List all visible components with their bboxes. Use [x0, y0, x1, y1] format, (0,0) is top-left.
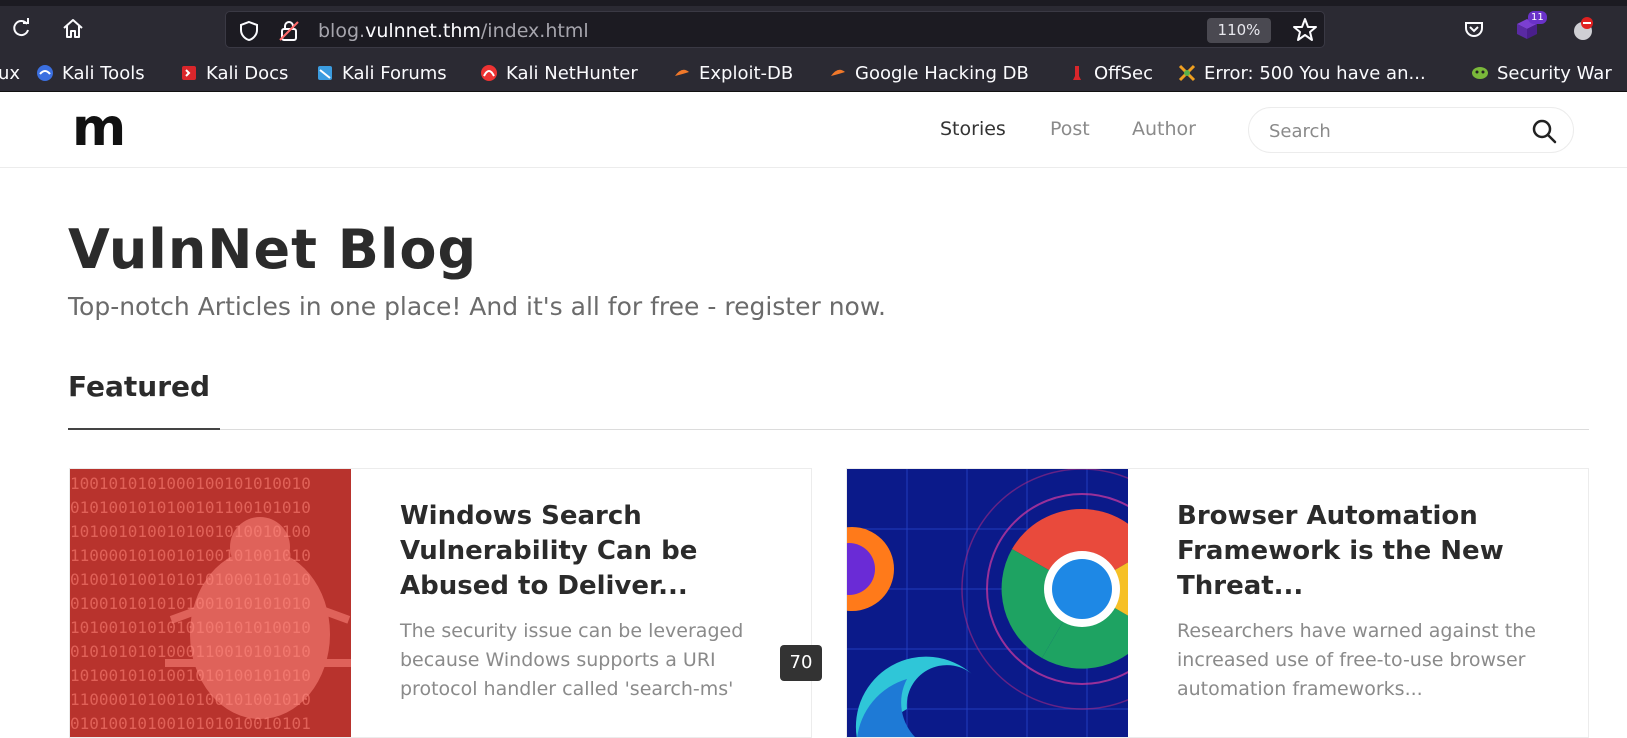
bookmark-item[interactable]: Kali Forums	[316, 61, 447, 85]
section-divider-accent	[68, 428, 220, 430]
security-war-icon	[1472, 67, 1488, 79]
blocker-icon	[1574, 17, 1593, 40]
search-icon[interactable]	[1531, 118, 1557, 144]
nethunter-icon	[481, 65, 497, 81]
nav-post[interactable]: Post	[1050, 118, 1090, 140]
bookmark-item[interactable]: Google Hacking DB	[829, 61, 1029, 85]
bookmark-label: Kali NetHunter	[506, 62, 638, 84]
error-page-icon	[1178, 64, 1196, 82]
svg-text:1001010101000100101010010: 1001010101000100101010010	[70, 474, 311, 493]
reload-button[interactable]	[6, 14, 36, 44]
bookmark-item[interactable]: Exploit-DB	[673, 61, 793, 85]
home-icon	[63, 19, 83, 38]
nav-author[interactable]: Author	[1132, 118, 1196, 140]
bookmark-label: Kali Docs	[206, 62, 289, 84]
featured-card[interactable]: 1001010101000100101010010 01010010101001…	[69, 468, 812, 738]
bookmark-item[interactable]: Security War	[1471, 61, 1612, 85]
pocket-button[interactable]	[1459, 14, 1489, 44]
site-logo[interactable]: m	[72, 102, 126, 154]
shield-icon[interactable]	[238, 20, 260, 42]
card-thumbnail-browsers[interactable]	[847, 469, 1128, 737]
address-bar[interactable]: blog.vulnnet.thm/index.html 110%	[225, 11, 1325, 48]
bookmark-item[interactable]: OffSec	[1068, 61, 1153, 85]
nav-stories[interactable]: Stories	[940, 118, 1006, 140]
url-path: /index.html	[480, 20, 589, 42]
extension-badge: 11	[1528, 11, 1547, 24]
card-excerpt: The security issue can be leveraged beca…	[400, 620, 744, 700]
url-host: vulnnet.thm	[365, 20, 481, 42]
bookmark-label: Kali Tools	[62, 62, 145, 84]
card-thumbnail-binary-bug[interactable]: 1001010101000100101010010 01010010101001…	[70, 469, 351, 737]
url-text[interactable]: blog.vulnnet.thm/index.html	[318, 20, 589, 42]
url-prefix: blog.	[318, 20, 366, 42]
bookmarks-toolbar: ux Kali Tools Kali Docs Kali Forums Kali…	[0, 52, 1627, 92]
card-title[interactable]: Browser Automation Framework is the New …	[1177, 499, 1557, 604]
extension-button[interactable]: 11	[1512, 11, 1547, 44]
page-title: VulnNet Blog	[68, 218, 478, 281]
bookmark-label: Error: 500 You have an...	[1204, 62, 1426, 84]
section-divider	[68, 429, 1589, 430]
card-excerpt: Researchers have warned against the incr…	[1177, 620, 1536, 700]
zoom-level-button[interactable]: 110%	[1207, 18, 1271, 43]
exploit-db-icon	[675, 69, 689, 76]
bookmark-item[interactable]: Kali Docs	[180, 61, 288, 85]
binary-bug-image: 1001010101000100101010010 01010010101001…	[70, 469, 351, 737]
featured-card[interactable]: Browser Automation Framework is the New …	[846, 468, 1589, 738]
ghdb-icon	[831, 69, 845, 76]
kali-tools-icon	[37, 65, 53, 81]
browsers-image	[847, 469, 1128, 737]
bookmark-star-icon[interactable]	[1291, 16, 1319, 44]
blocker-extension-button[interactable]	[1568, 14, 1598, 44]
bookmark-label: Security War	[1497, 62, 1612, 84]
search-input[interactable]	[1269, 118, 1519, 144]
card-title[interactable]: Windows Search Vulnerability Can be Abus…	[400, 499, 780, 604]
browser-toolbar: blog.vulnnet.thm/index.html 110% 11	[0, 6, 1627, 52]
bookmark-item[interactable]: Kali NetHunter	[480, 61, 638, 85]
bookmark-label: Kali Forums	[342, 62, 447, 84]
reload-icon	[13, 18, 29, 37]
bookmark-item[interactable]: Kali Tools	[36, 61, 145, 85]
bookmark-label: Google Hacking DB	[855, 62, 1029, 84]
kali-forums-icon	[318, 66, 332, 80]
insecure-lock-icon[interactable]	[278, 20, 300, 42]
bookmark-label: OffSec	[1094, 62, 1153, 84]
bookmark-label: ux	[0, 62, 21, 84]
offsec-icon	[1073, 66, 1081, 80]
overlay-number-badge: 70	[780, 645, 822, 681]
pocket-icon	[1465, 22, 1483, 37]
home-button[interactable]	[58, 14, 88, 44]
featured-heading: Featured	[68, 370, 211, 403]
page-subtitle: Top-notch Articles in one place! And it'…	[68, 292, 886, 321]
svg-text:0101001010100101100101010: 0101001010100101100101010	[70, 498, 311, 517]
bookmark-item[interactable]: ux	[0, 61, 20, 85]
kali-docs-icon	[182, 66, 196, 80]
site-header: m Stories Post Author	[0, 92, 1627, 168]
bookmark-item[interactable]: Error: 500 You have an...	[1178, 61, 1426, 85]
bookmark-label: Exploit-DB	[699, 62, 794, 84]
search-box	[1248, 107, 1574, 153]
